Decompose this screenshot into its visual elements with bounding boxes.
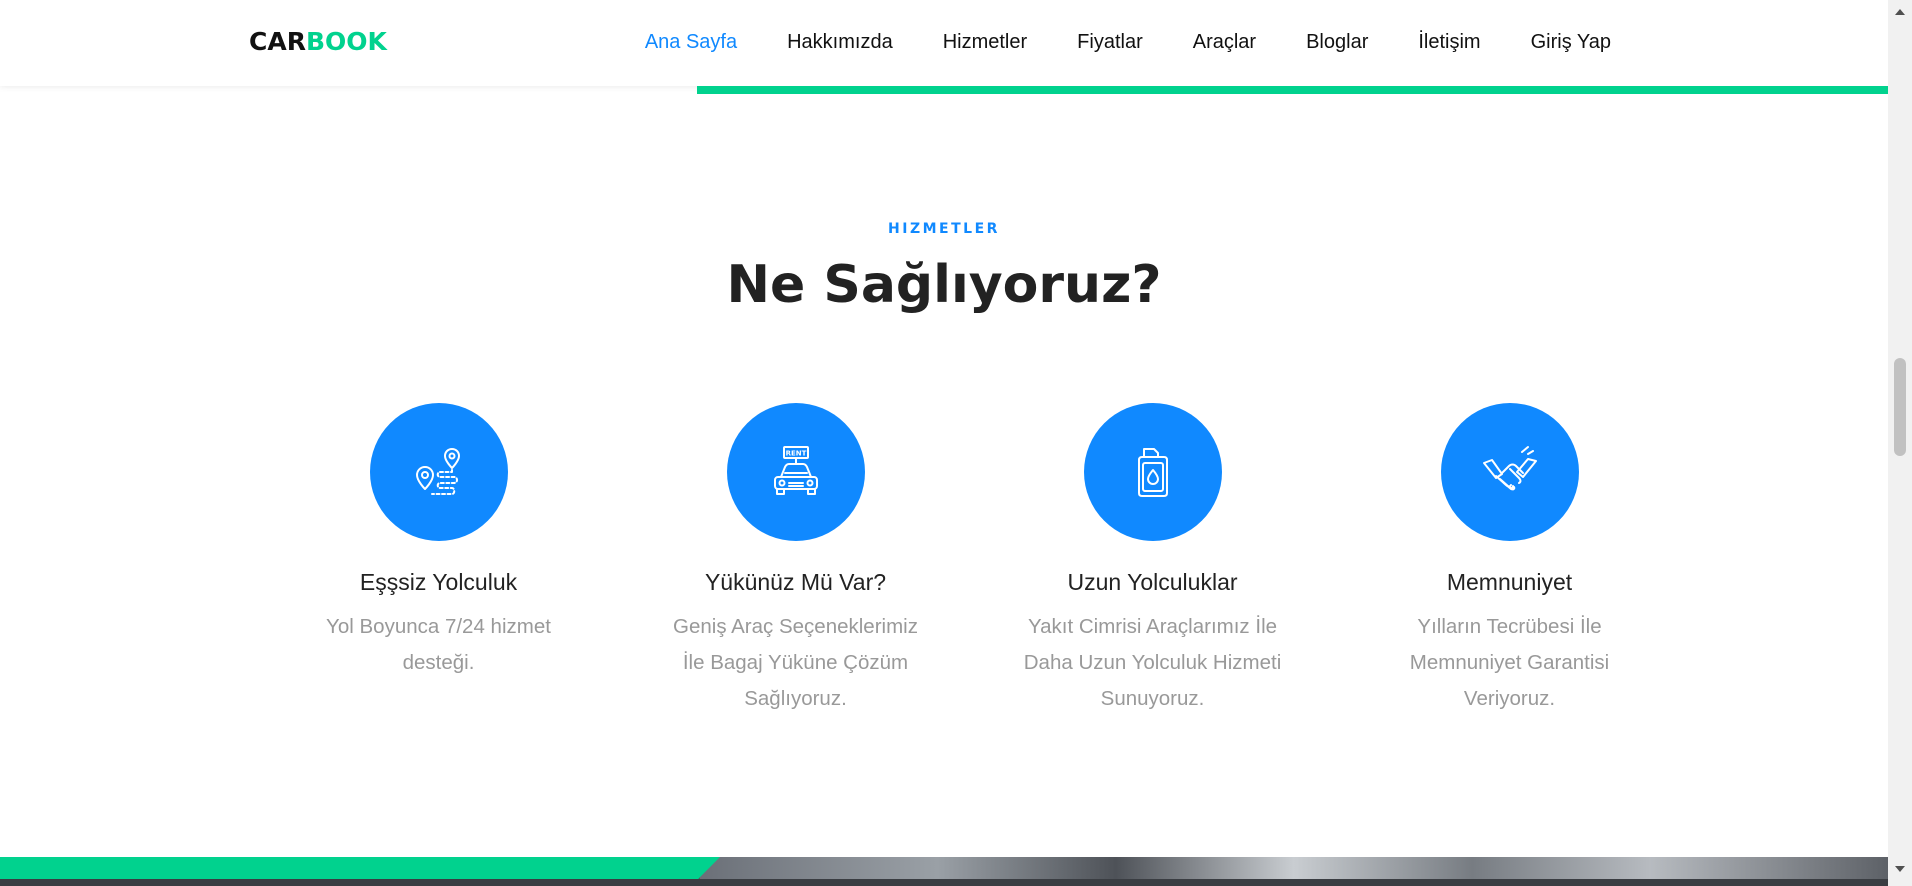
section-heading: Ne Sağlıyoruz? [726,255,1162,315]
vertical-scrollbar[interactable] [1888,0,1912,886]
brand-logo-car: CAR [249,27,306,56]
service-title: Uzun Yolculuklar [1067,569,1238,595]
service-card: Memnuniyet Yılların Tecrübesi İle Memnun… [1331,403,1688,723]
nav-item-ana-sayfa[interactable]: Ana Sayfa [645,27,737,57]
green-accent-strip [697,86,1888,94]
service-description: Yakıt Cimrisi Araçlarımız İle Daha Uzun … [1023,615,1282,710]
service-icon-circle [369,403,508,541]
service-description: Yılların Tecrübesi İle Memnuniyet Garant… [1409,615,1610,710]
services-list: Eşşsiz Yolculuk Yol Boyunca 7/24 hizmet … [260,403,1688,723]
bottom-edge [0,879,1888,886]
section-subheading: HIZMETLER [888,221,1000,237]
nav-item-giris-yap[interactable]: Giriş Yap [1531,27,1611,57]
rent-car-icon: RENT [773,446,818,495]
service-icon-circle: RENT [726,403,865,541]
brand-logo-book: BOOK [305,27,387,56]
scroll-up-icon[interactable] [1895,9,1905,15]
service-icon-circle [1083,403,1222,541]
service-icon-circle [1440,403,1579,541]
nav-item-araclar[interactable]: Araçlar [1193,27,1256,57]
service-title: Yükünüz Mü Var? [704,569,887,595]
service-description: Geniş Araç Seçeneklerimiz İle Bagaj Yükü… [673,615,918,710]
nav-item-hakkimizda[interactable]: Hakkımızda [787,27,893,57]
service-card: Eşşsiz Yolculuk Yol Boyunca 7/24 hizmet … [260,403,617,723]
nav-item-bloglar[interactable]: Bloglar [1306,27,1368,57]
scrollbar-thumb[interactable] [1894,358,1906,456]
service-description: Yol Boyunca 7/24 hizmet desteği. [326,615,551,674]
next-section-preview [0,857,1888,886]
route-pin-icon [415,448,460,495]
main-nav: Ana Sayfa Hakkımızda Hizmetler Fiyatlar … [595,27,1611,57]
fuel-can-icon [1137,448,1168,497]
nav-item-fiyatlar[interactable]: Fiyatlar [1077,27,1143,57]
navbar: CARBOOK Ana Sayfa Hakkımızda Hizmetler F… [0,0,1888,86]
service-card: RENT Yükünüz Mü Var? Geniş Araç Seçenekl… [617,403,974,723]
nav-item-hizmetler[interactable]: Hizmetler [943,27,1027,57]
handshake-icon [1482,446,1537,491]
brand-logo[interactable]: CARBOOK [249,27,387,57]
service-title: Memnuniyet [1446,569,1573,595]
scroll-down-icon[interactable] [1895,866,1905,872]
service-card: Uzun Yolculuklar Yakıt Cimrisi Araçlarım… [974,403,1331,723]
rent-sign-label: RENT [785,450,806,458]
service-title: Eşşsiz Yolculuk [359,569,518,595]
nav-item-iletisim[interactable]: İletişim [1418,27,1480,57]
